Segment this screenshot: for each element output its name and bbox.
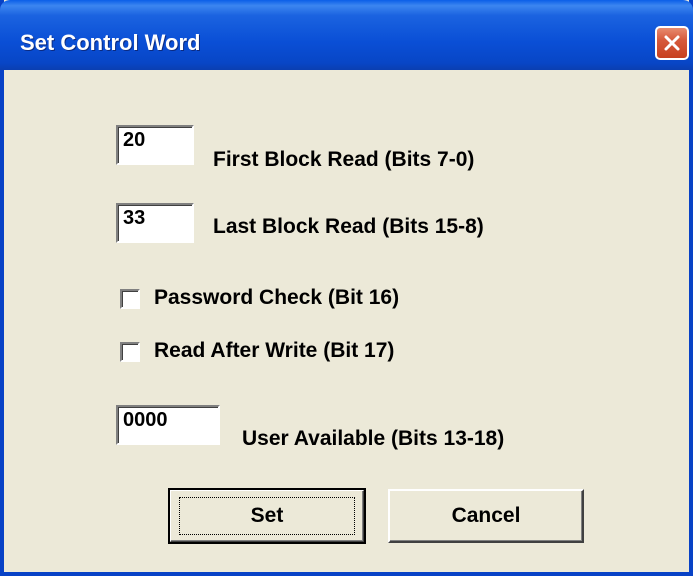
password-check-label: Password Check (Bit 16) xyxy=(154,286,400,309)
password-check-checkbox[interactable] xyxy=(120,289,140,309)
set-button[interactable]: Set xyxy=(168,488,366,544)
read-after-write-label: Read After Write (Bit 17) xyxy=(154,339,395,362)
window-title: Set Control Word xyxy=(20,30,201,55)
user-available-input[interactable]: 0000 xyxy=(116,405,220,445)
close-icon xyxy=(663,34,681,52)
cancel-button[interactable]: Cancel xyxy=(388,489,584,543)
close-button[interactable] xyxy=(655,26,689,60)
last-block-input[interactable]: 33 xyxy=(116,203,194,243)
user-available-label: User Available (Bits 13-18) xyxy=(242,427,505,450)
read-after-write-checkbox[interactable] xyxy=(120,342,140,362)
dialog-window: Set Control Word 20 First Block Read (Bi… xyxy=(0,0,693,576)
cancel-button-label: Cancel xyxy=(451,504,521,527)
title-bar[interactable]: Set Control Word xyxy=(0,0,693,70)
focus-rect xyxy=(179,497,355,535)
first-block-label: First Block Read (Bits 7-0) xyxy=(213,148,475,171)
first-block-input[interactable]: 20 xyxy=(116,125,194,165)
last-block-label: Last Block Read (Bits 15-8) xyxy=(213,215,484,238)
